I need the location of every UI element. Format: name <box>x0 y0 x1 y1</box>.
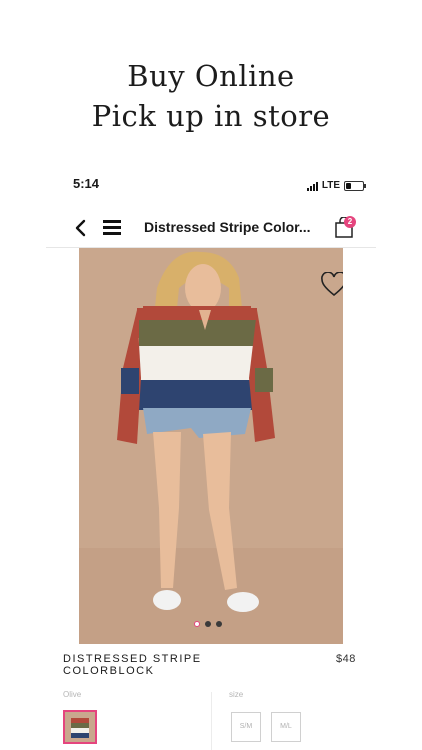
product-image[interactable] <box>79 248 343 644</box>
promo-line-2: Pick up in store <box>91 99 331 133</box>
color-swatch-olive[interactable] <box>63 710 97 744</box>
pagination-dot-3[interactable] <box>216 621 222 627</box>
status-time: 5:14 <box>73 176 100 191</box>
image-pagination <box>194 621 222 627</box>
size-option-ml[interactable]: M/L <box>271 712 301 742</box>
heart-icon[interactable] <box>320 272 343 298</box>
nav-bar: Distressed Stripe Color... 2 <box>46 208 376 248</box>
network-label: LTE <box>321 180 340 191</box>
menu-icon[interactable] <box>103 220 121 236</box>
size-label: size <box>229 690 244 699</box>
back-icon[interactable] <box>74 218 88 238</box>
product-price: $48 <box>336 653 356 665</box>
pagination-dot-2[interactable] <box>205 621 211 627</box>
promo-headline: Buy Online Pick up in store <box>0 56 422 136</box>
model-photo <box>79 248 343 644</box>
battery-icon <box>344 180 366 191</box>
swatch-thumbnail <box>65 712 95 742</box>
cart-count-badge: 2 <box>344 216 356 228</box>
signal-icon <box>306 181 318 191</box>
pagination-dot-1[interactable] <box>194 621 200 627</box>
status-bar: 5:14 LTE <box>0 172 422 200</box>
status-indicators: LTE <box>306 180 366 191</box>
promo-line-1: Buy Online <box>127 59 295 93</box>
options-divider <box>211 692 212 750</box>
page-title: Distressed Stripe Color... <box>144 219 311 235</box>
product-name-line-2: COLORBLOCK <box>63 665 155 677</box>
size-option-sm[interactable]: S/M <box>231 712 261 742</box>
color-label: Olive <box>63 690 82 699</box>
product-name-line-1: DISTRESSED STRIPE <box>63 653 202 665</box>
product-name: DISTRESSED STRIPE COLORBLOCK <box>63 653 243 677</box>
